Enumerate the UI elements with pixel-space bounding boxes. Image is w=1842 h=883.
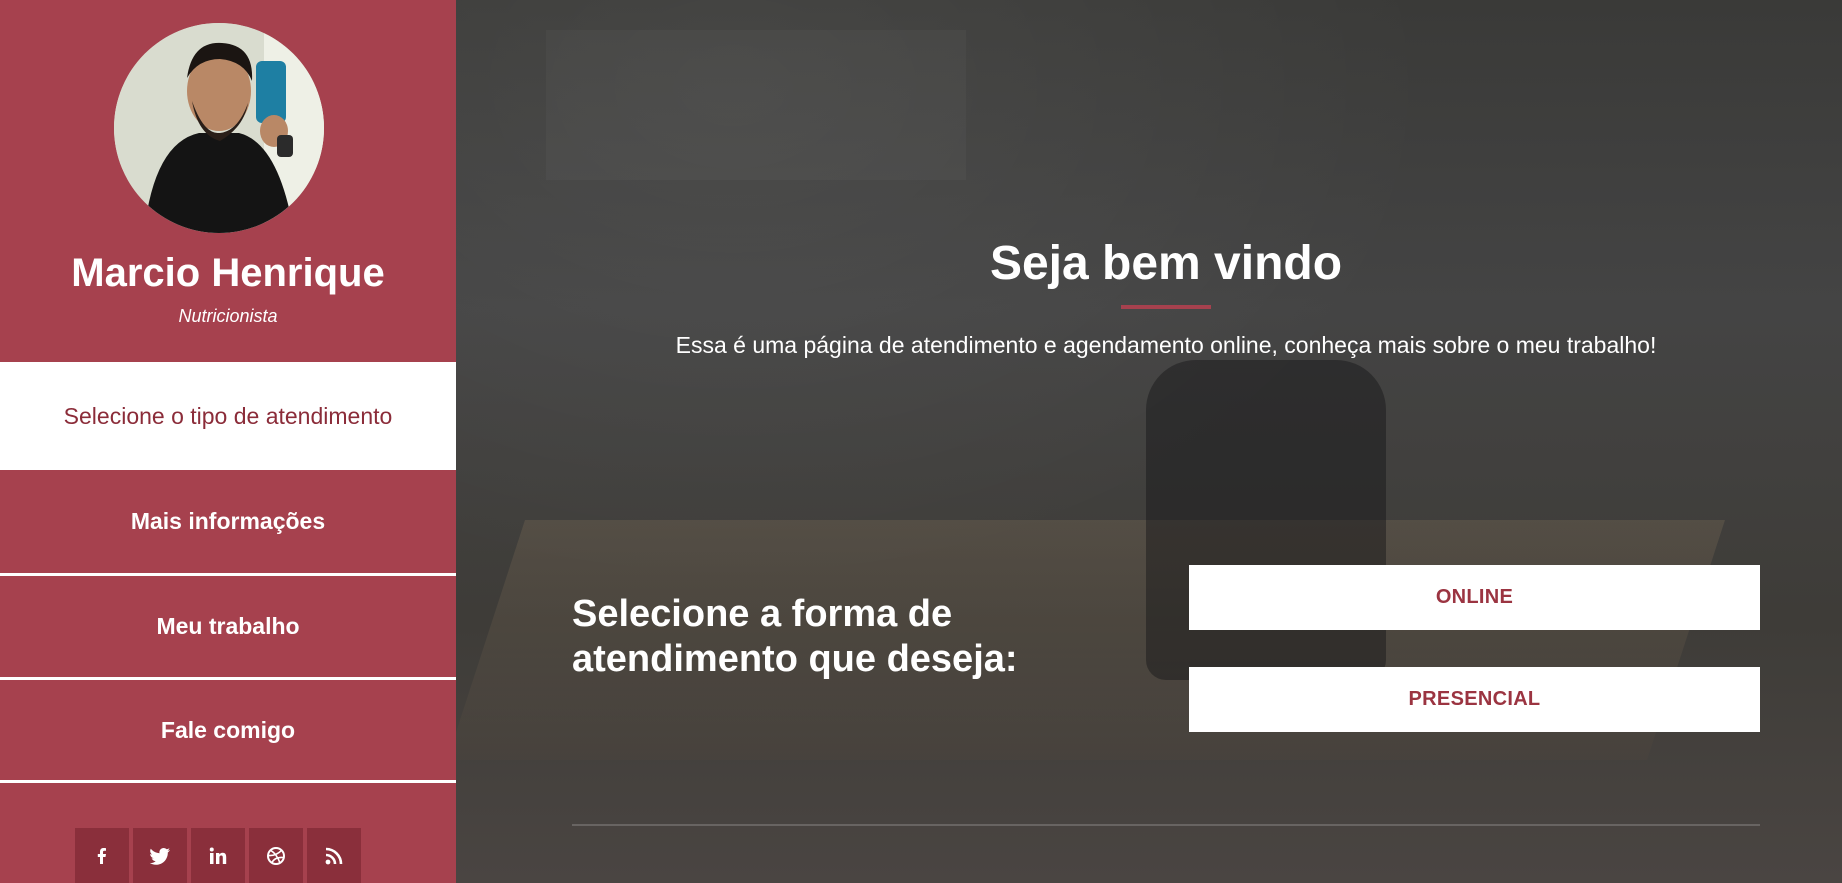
nav-item-mais-informacoes[interactable]: Mais informações	[0, 470, 456, 573]
nav-item-meu-trabalho[interactable]: Meu trabalho	[0, 576, 456, 677]
avatar	[114, 23, 324, 233]
rss-button[interactable]	[307, 828, 361, 883]
facebook-icon	[97, 847, 106, 864]
online-button[interactable]: ONLINE	[1189, 565, 1760, 630]
title-underline	[1121, 305, 1211, 309]
welcome-title: Seja bem vindo	[989, 237, 1343, 290]
background-shelf	[546, 30, 966, 180]
twitter-button[interactable]	[133, 828, 187, 883]
twitter-icon	[149, 847, 170, 865]
linkedin-button[interactable]	[191, 828, 245, 883]
nav-divider	[0, 780, 456, 783]
presencial-button[interactable]: PRESENCIAL	[1189, 667, 1760, 732]
service-type-prompt: Selecione a forma de atendimento que des…	[572, 593, 1018, 680]
facebook-button[interactable]	[75, 828, 129, 883]
rss-icon	[325, 847, 343, 864]
dribbble-button[interactable]	[249, 828, 303, 883]
welcome-subtitle: Essa é uma página de atendimento e agend…	[675, 332, 1657, 358]
sidebar: Marcio Henrique Nutricionista Selecione …	[0, 0, 456, 883]
profile-name: Marcio Henrique	[71, 251, 385, 295]
main-content: Seja bem vindo Essa é uma página de aten…	[456, 0, 1842, 883]
background-chair	[1146, 360, 1386, 680]
profile-role: Nutricionista	[178, 306, 278, 326]
nav-item-fale-comigo[interactable]: Fale comigo	[0, 680, 456, 780]
nav-item-atendimento[interactable]: Selecione o tipo de atendimento	[0, 362, 456, 470]
dribbble-icon	[267, 846, 285, 865]
section-divider	[572, 824, 1760, 826]
linkedin-icon	[209, 847, 227, 864]
